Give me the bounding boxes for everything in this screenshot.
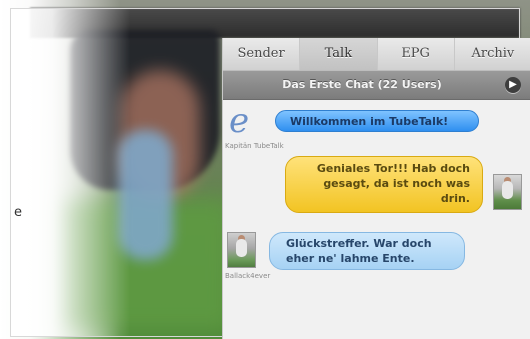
message-bubble: Willkommen im TubeTalk! bbox=[275, 110, 479, 132]
tab-archiv[interactable]: Archiv bbox=[455, 38, 530, 70]
chevron-right-circle-icon[interactable]: ▶ bbox=[505, 77, 521, 93]
user-avatar[interactable] bbox=[493, 174, 522, 210]
message-sender: Kapitän TubeTalk bbox=[225, 142, 284, 150]
message-sender: Ballack4ever bbox=[225, 272, 271, 280]
chat-room-bar[interactable]: Das Erste Chat (22 Users) ▶ bbox=[223, 71, 530, 100]
user-avatar[interactable] bbox=[227, 232, 256, 268]
chat-panel: Sender Talk EPG Archiv Das Erste Chat (2… bbox=[222, 38, 530, 339]
chat-message: Geniales Tor!!! Hab doch gesagt, da ist … bbox=[223, 156, 530, 222]
chat-room-title: Das Erste Chat (22 Users) bbox=[282, 78, 442, 91]
left-edge-text: e bbox=[14, 205, 22, 220]
chat-message: Glückstreffer. War doch eher ne' lahme E… bbox=[223, 232, 530, 322]
tab-bar: Sender Talk EPG Archiv bbox=[223, 38, 530, 71]
message-list[interactable]: e Willkommen im TubeTalk! Kapitän TubeTa… bbox=[223, 100, 530, 339]
tab-talk[interactable]: Talk bbox=[300, 38, 378, 70]
tubetalk-logo-icon: e bbox=[229, 101, 250, 141]
message-bubble: Glückstreffer. War doch eher ne' lahme E… bbox=[269, 232, 465, 270]
message-bubble: Geniales Tor!!! Hab doch gesagt, da ist … bbox=[285, 156, 483, 213]
tab-epg[interactable]: EPG bbox=[378, 38, 455, 70]
tab-sender[interactable]: Sender bbox=[223, 38, 301, 70]
video-left-fade bbox=[10, 8, 130, 337]
chat-message: e Willkommen im TubeTalk! Kapitän TubeTa… bbox=[223, 100, 530, 150]
